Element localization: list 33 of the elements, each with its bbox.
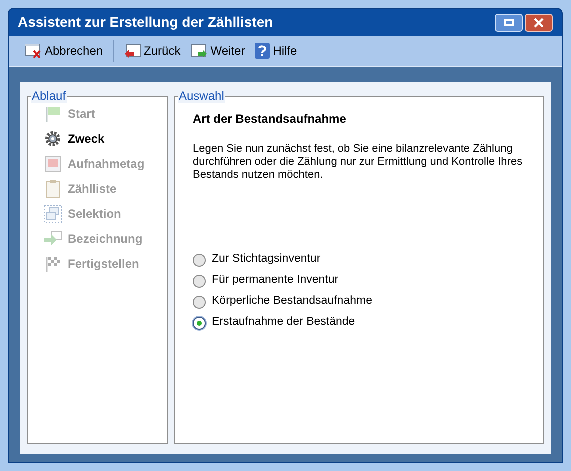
selection-icon	[44, 205, 62, 223]
close-icon	[534, 18, 544, 28]
section-heading: Art der Bestandsaufnahme	[193, 111, 348, 128]
radio-option[interactable]: Zur Stichtagsinventur	[193, 253, 533, 267]
step-label: Start	[68, 106, 96, 123]
radio-option[interactable]: Körperliche Bestandsaufnahme	[193, 295, 533, 309]
restore-button[interactable]	[495, 14, 523, 32]
clipboard-icon	[44, 180, 62, 198]
calendar-icon	[44, 156, 62, 172]
help-icon	[255, 43, 270, 59]
group-title: Ablauf	[31, 89, 68, 103]
step-label: Fertigstellen	[68, 256, 140, 273]
step-label: Zählliste	[68, 181, 117, 198]
radio-option[interactable]: Erstaufnahme der Bestände	[193, 316, 533, 330]
checkered-flag-icon	[44, 256, 62, 272]
cancel-icon	[25, 43, 42, 59]
window-title: Assistent zur Erstellung der Zähllisten	[18, 13, 274, 32]
step-label: Selektion	[68, 206, 122, 223]
next-button[interactable]: Weiter	[188, 39, 248, 63]
step-label: Aufnahmetag	[68, 156, 145, 173]
close-button[interactable]	[525, 14, 553, 32]
cancel-button[interactable]: Abbrechen	[23, 39, 106, 63]
gear-icon	[44, 131, 62, 147]
radio-option[interactable]: Für permanente Inventur	[193, 274, 533, 288]
step-label: Bezeichnung	[68, 231, 143, 248]
description-text: Legen Sie nun zunächst fest, ob Sie eine bilanzrelevante Zählung durchführen oder die Zählung nur zur Ermittlung und Kontrolle Ihres Bestands nutzen möchten.	[193, 143, 524, 182]
restore-icon	[504, 19, 514, 26]
step-label: Zweck	[68, 131, 105, 148]
help-button[interactable]: Hilfe	[253, 39, 300, 63]
group-title: Auswahl	[178, 89, 226, 103]
back-button[interactable]: Zurück	[122, 39, 183, 63]
flag-icon	[44, 106, 62, 122]
rename-icon	[44, 231, 62, 247]
